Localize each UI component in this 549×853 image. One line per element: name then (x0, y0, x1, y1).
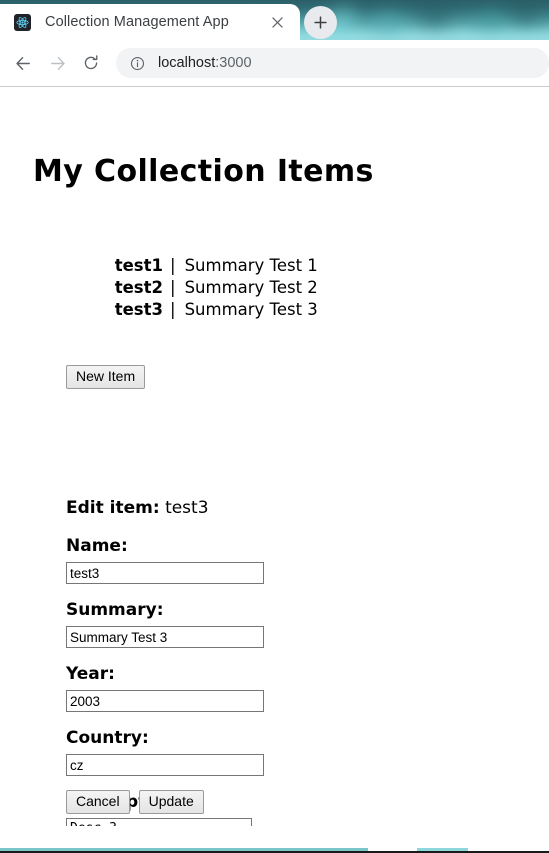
country-input[interactable] (66, 754, 264, 776)
page-title: My Collection Items (33, 154, 374, 189)
field-name: Name: (66, 536, 486, 584)
form-actions: Cancel Update (66, 790, 204, 814)
edit-item-heading: Edit item: test3 (66, 498, 209, 518)
address-bar[interactable]: localhost:3000 (116, 48, 549, 78)
new-tab-button[interactable] (304, 6, 337, 39)
list-item-summary: Summary Test 1 (184, 256, 318, 275)
description-textarea[interactable] (66, 818, 252, 826)
field-label-summary: Summary: (66, 600, 164, 620)
tab-title: Collection Management App (45, 14, 229, 30)
back-arrow-icon[interactable] (6, 46, 40, 80)
collection-item-list: test1 | Summary Test 1 test2 | Summary T… (0, 255, 398, 321)
name-input[interactable] (66, 562, 264, 584)
edit-item-heading-target: test3 (165, 498, 209, 518)
page-viewport: My Collection Items test1 | Summary Test… (0, 88, 549, 826)
url-port: :3000 (215, 55, 252, 71)
list-item-name: test3 (114, 300, 163, 319)
year-input[interactable] (66, 690, 264, 712)
edit-item-form: Name: Summary: Year: Country: Descriptio (66, 536, 486, 826)
list-item-separator: | (170, 256, 176, 275)
new-item-button[interactable]: New Item (66, 365, 146, 389)
field-summary: Summary: (66, 600, 486, 648)
background-window-edge (0, 848, 549, 853)
edit-item-heading-prefix: Edit item: (66, 498, 160, 518)
list-item-summary: Summary Test 2 (184, 278, 318, 297)
list-item-name: test2 (114, 278, 163, 297)
field-label-year: Year: (66, 664, 115, 684)
tab-strip: Collection Management App (0, 0, 549, 40)
list-item-name: test1 (114, 256, 163, 275)
summary-input[interactable] (66, 626, 264, 648)
browser-toolbar: localhost:3000 (0, 40, 549, 87)
list-item-summary: Summary Test 3 (184, 300, 318, 319)
url-host: localhost (158, 55, 216, 71)
list-item[interactable]: test3 | Summary Test 3 (0, 299, 398, 321)
list-item[interactable]: test2 | Summary Test 2 (0, 277, 398, 299)
browser-window: Collection Management App localhost:3000… (0, 0, 549, 853)
react-logo-icon (14, 13, 31, 31)
field-country: Country: (66, 728, 486, 776)
cancel-button[interactable]: Cancel (66, 790, 130, 814)
address-bar-url: localhost:3000 (158, 55, 252, 71)
close-icon[interactable] (266, 11, 288, 33)
forward-arrow-icon (40, 46, 74, 80)
field-label-name: Name: (66, 536, 128, 556)
browser-tab[interactable]: Collection Management App (0, 4, 300, 40)
list-item-separator: | (170, 278, 176, 297)
reload-icon[interactable] (74, 46, 108, 80)
info-circle-icon[interactable] (128, 54, 146, 72)
field-label-country: Country: (66, 728, 149, 748)
update-button[interactable]: Update (138, 790, 204, 814)
list-item[interactable]: test1 | Summary Test 1 (0, 255, 398, 277)
list-item-separator: | (170, 300, 176, 319)
field-year: Year: (66, 664, 486, 712)
